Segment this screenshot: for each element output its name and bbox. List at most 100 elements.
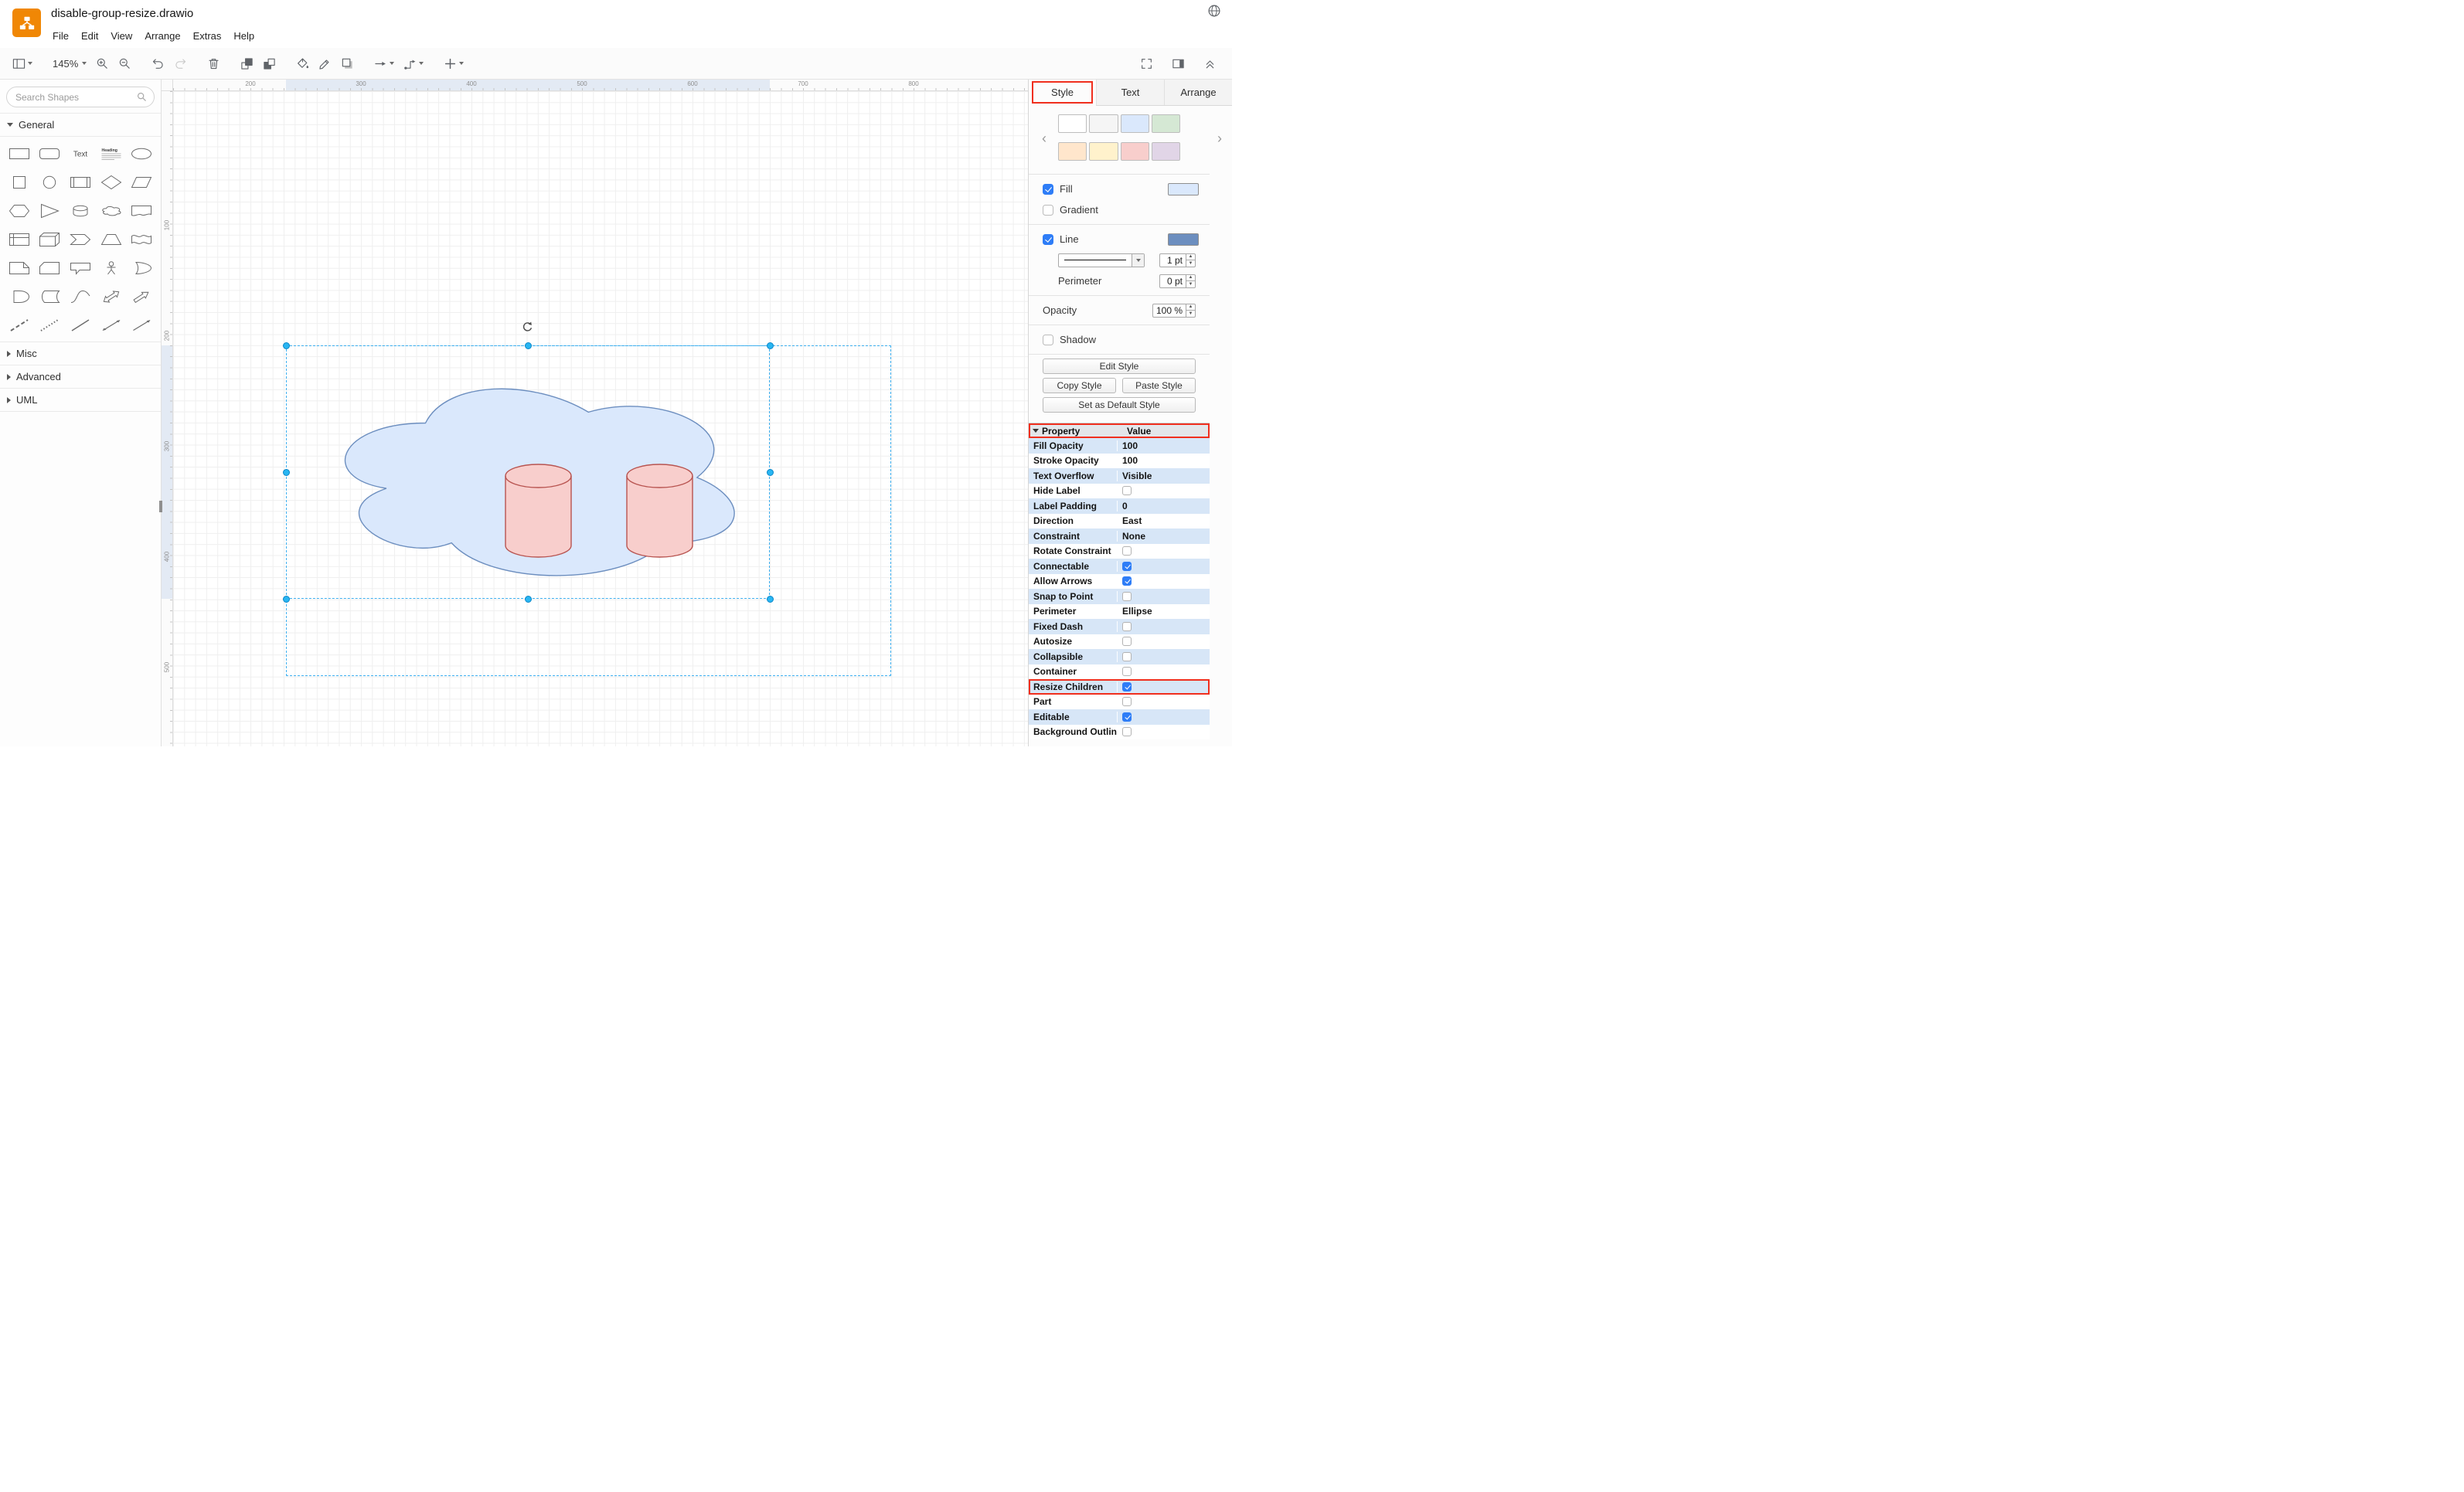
snap-to-point-checkbox[interactable] [1122, 592, 1132, 601]
toolbar-fullscreen-button[interactable] [1137, 55, 1156, 73]
property-row-stroke-opacity[interactable]: Stroke Opacity100 [1029, 454, 1210, 469]
property-row-snap-to-point[interactable]: Snap to Point [1029, 589, 1210, 604]
allow-arrows-checkbox[interactable] [1122, 576, 1132, 586]
line-width-stepper[interactable]: 1 pt ▲ ▼ [1159, 253, 1196, 267]
stepper-down-icon[interactable]: ▼ [1186, 281, 1195, 287]
fill-checkbox[interactable] [1043, 184, 1053, 195]
toolbar-connection-button[interactable] [371, 55, 397, 73]
line-style-dropdown[interactable] [1058, 253, 1145, 267]
toolbar-format-button[interactable] [1169, 55, 1188, 73]
shape-circle[interactable] [35, 171, 66, 194]
resize-children-checkbox[interactable] [1122, 682, 1132, 692]
property-row-editable[interactable]: Editable [1029, 709, 1210, 725]
property-row-label-padding[interactable]: Label Padding0 [1029, 498, 1210, 514]
shape-rectangle[interactable] [4, 142, 35, 165]
shape-cube[interactable] [35, 228, 66, 251]
menu-edit[interactable]: Edit [75, 29, 104, 43]
selection-handle-e[interactable] [767, 469, 774, 476]
toolbar-collapse-button[interactable] [1200, 55, 1220, 73]
part-checkbox[interactable] [1122, 697, 1132, 706]
property-value[interactable]: 100 [1118, 440, 1210, 451]
section-general[interactable]: General [0, 113, 161, 137]
toolbar-fill-color-button[interactable] [293, 55, 312, 73]
canvas[interactable] [173, 91, 1028, 746]
shape-ellipse[interactable] [126, 142, 157, 165]
style-swatch-4[interactable] [1152, 114, 1180, 133]
selection-handle-s[interactable] [525, 596, 532, 603]
property-row-part[interactable]: Part [1029, 695, 1210, 710]
background-outline-checkbox[interactable] [1122, 727, 1132, 736]
swatch-prev-arrow[interactable]: ‹ [1042, 131, 1047, 145]
rotate-handle-icon[interactable] [521, 321, 534, 334]
shape-actor[interactable] [96, 257, 127, 280]
line-style-dropdown-button[interactable] [1132, 254, 1144, 267]
swatch-next-arrow[interactable]: › [1217, 131, 1222, 145]
shape-callout[interactable] [65, 257, 96, 280]
shape-document[interactable] [126, 199, 157, 223]
shape-heading[interactable]: Heading [96, 142, 127, 165]
edit-style-button[interactable]: Edit Style [1043, 359, 1196, 374]
section-misc[interactable]: Misc [0, 342, 161, 365]
property-row-direction[interactable]: DirectionEast [1029, 514, 1210, 529]
selection-handle-w[interactable] [283, 469, 290, 476]
shape-process[interactable] [65, 171, 96, 194]
selection-handle-n[interactable] [525, 342, 532, 349]
toolbar-zoom-in-button[interactable] [93, 55, 112, 73]
style-swatch-5[interactable] [1058, 142, 1087, 161]
property-row-autosize[interactable]: Autosize [1029, 634, 1210, 650]
property-row-text-overflow[interactable]: Text OverflowVisible [1029, 468, 1210, 484]
section-advanced[interactable]: Advanced [0, 365, 161, 389]
property-value[interactable]: Visible [1118, 471, 1210, 481]
shape-directional-connector[interactable] [126, 314, 157, 337]
style-swatch-6[interactable] [1089, 142, 1118, 161]
shape-arrow[interactable] [126, 285, 157, 308]
shape-triangle[interactable] [35, 199, 66, 223]
toolbar-zoom-out-button[interactable] [115, 55, 134, 73]
shape-dotted-line[interactable] [35, 314, 66, 337]
selection-handle-nw[interactable] [283, 342, 290, 349]
property-row-rotate-constraint[interactable]: Rotate Constraint [1029, 544, 1210, 559]
cylinder-shape-1[interactable] [505, 464, 572, 558]
property-row-hide-label[interactable]: Hide Label [1029, 484, 1210, 499]
copy-style-button[interactable]: Copy Style [1043, 378, 1116, 393]
stepper-up-icon[interactable]: ▲ [1186, 304, 1195, 311]
toolbar-zoom-level-button[interactable]: 145% [49, 56, 90, 72]
toolbar-view-button[interactable] [9, 55, 36, 73]
toolbar-waypoints-button[interactable] [400, 55, 427, 73]
line-checkbox[interactable] [1043, 234, 1053, 245]
property-table-header[interactable]: Property Value [1029, 423, 1210, 438]
hide-label-checkbox[interactable] [1122, 486, 1132, 495]
property-row-container[interactable]: Container [1029, 664, 1210, 680]
shape-card[interactable] [35, 257, 66, 280]
shape-note[interactable] [4, 257, 35, 280]
fill-color-swatch[interactable] [1168, 183, 1199, 195]
gradient-checkbox[interactable] [1043, 205, 1053, 216]
set-default-style-button[interactable]: Set as Default Style [1043, 397, 1196, 413]
shape-trapezoid[interactable] [96, 228, 127, 251]
shape-text[interactable]: Text [65, 142, 96, 165]
shape-cloud[interactable] [96, 199, 127, 223]
shape-dashed-line[interactable] [4, 314, 35, 337]
shape-step[interactable] [65, 228, 96, 251]
shape-bidirectional-connector[interactable] [96, 314, 127, 337]
shape-hexagon[interactable] [4, 199, 35, 223]
shape-data-storage[interactable] [35, 285, 66, 308]
menu-extras[interactable]: Extras [187, 29, 228, 43]
property-value[interactable]: Ellipse [1118, 606, 1210, 617]
shape-internal-storage[interactable] [4, 228, 35, 251]
shape-curve[interactable] [65, 285, 96, 308]
perimeter-stepper[interactable]: 0 pt ▲ ▼ [1159, 274, 1196, 288]
line-color-swatch[interactable] [1168, 233, 1199, 246]
property-value[interactable]: East [1118, 515, 1210, 526]
property-row-fixed-dash[interactable]: Fixed Dash [1029, 619, 1210, 634]
toolbar-line-color-button[interactable] [315, 55, 335, 73]
stepper-up-icon[interactable]: ▲ [1186, 275, 1195, 282]
shape-bidirectional-arrow[interactable] [96, 285, 127, 308]
stepper-down-icon[interactable]: ▼ [1186, 260, 1195, 267]
property-value[interactable]: None [1118, 531, 1210, 542]
style-swatch-8[interactable] [1152, 142, 1180, 161]
shape-and[interactable] [4, 285, 35, 308]
property-row-collapsible[interactable]: Collapsible [1029, 649, 1210, 664]
property-value[interactable]: 100 [1118, 455, 1210, 466]
shape-parallelogram[interactable] [126, 171, 157, 194]
